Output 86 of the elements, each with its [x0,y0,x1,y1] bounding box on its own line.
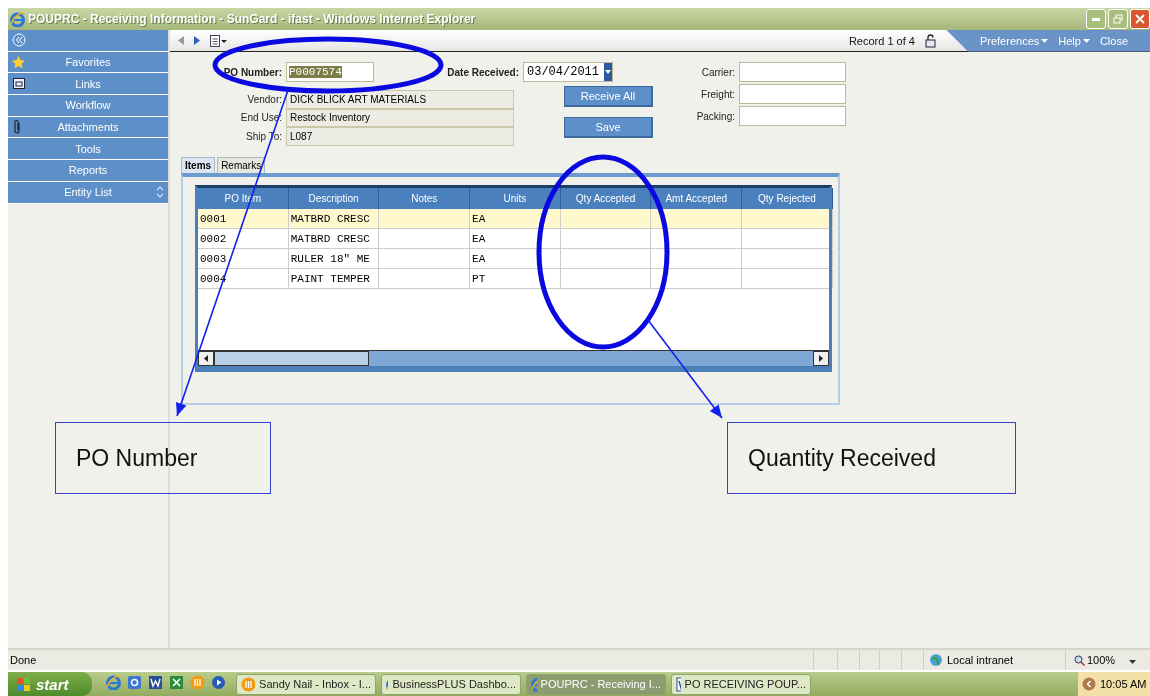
read-only-field: DICK BLICK ART MATERIALS [286,90,514,109]
mail-app-icon [190,674,205,690]
quick-launch-icon[interactable] [127,674,142,690]
taskbar-button[interactable]: Sandy Nail - Inbox - I... [236,673,376,695]
table-cell: RULER 18" ME [288,249,380,268]
scroll-thumb[interactable] [214,351,369,366]
form-button[interactable]: Save [564,117,653,138]
dropdown-icon[interactable] [604,63,612,81]
record-counter: Record 1 of 4 [848,34,915,47]
zoom-icon [1074,654,1085,666]
up-down-icon [156,186,164,199]
start-button[interactable]: start [8,672,92,696]
windows-logo-icon [16,676,32,692]
menu-item[interactable]: Close [1099,34,1128,47]
document-menu-icon[interactable] [210,34,228,47]
browser-icon [10,11,25,27]
table-cell: 0001 [198,209,289,228]
sidebar-item[interactable]: Links [8,73,168,96]
quick-launch-icon[interactable] [169,674,184,690]
sidebar-item[interactable]: Entity List [8,181,168,204]
input-field[interactable] [739,106,846,126]
date-received-field[interactable]: 03/04/2011 [523,62,613,82]
menu-item[interactable]: Preferences [979,34,1049,47]
field-label: Packing: [696,110,735,122]
sidebar-item[interactable]: Attachments [8,116,168,139]
globe-icon [928,652,944,668]
minimize-icon [1092,17,1100,21]
paperclip-icon [13,119,21,136]
clock: 10:05 AM [1100,678,1147,690]
table-cell: EA [470,249,561,268]
read-only-field: L087 [286,127,514,146]
back-icon[interactable] [178,36,184,45]
table-cell: MATBRD CRESC [288,229,380,248]
caret-icon [1129,660,1137,664]
taskbar-button[interactable]: BusinessPLUS Dashbo... [381,673,521,695]
window-icon [13,78,25,90]
forward-icon[interactable] [194,36,200,45]
tray-expand-icon[interactable] [1082,677,1096,691]
horizontal-scrollbar[interactable] [198,350,829,366]
table-cell: 0003 [198,249,289,268]
input-field[interactable] [739,84,846,104]
zoom-control[interactable]: 100% [1065,650,1150,670]
callout-text: PO Number [76,444,198,472]
selected-text: P0007574 [289,66,342,78]
callout-text: Quantity Received [748,444,936,472]
status-text: Done [9,654,37,666]
window-title: POUPRC - Receiving Information - SunGard - ifast - Windows Internet Explorer [28,12,476,26]
close-button[interactable] [1130,9,1150,29]
taskbar-button[interactable]: PO RECEIVING POUP... [671,673,811,695]
field-label: Date Received: [447,66,519,78]
sidebar-item[interactable]: Favorites [8,51,168,74]
table-cell: PT [470,269,561,288]
form-button[interactable]: Receive All [564,86,653,107]
caret-icon [1041,38,1049,43]
unlocked-padlock-icon [924,33,936,48]
scroll-left-icon[interactable] [204,355,208,362]
table-cell: EA [470,229,561,248]
browser-icon [106,674,121,690]
table-cell: MATBRD CRESC [288,209,380,228]
star-icon [12,55,25,69]
caret-icon [1082,38,1090,43]
quick-launch-icon[interactable] [148,674,163,690]
quick-launch-icon[interactable] [211,674,226,690]
collapse-icon[interactable] [12,33,26,48]
taskbar-button[interactable]: POUPRC - Receiving I... [526,673,666,695]
tab[interactable]: Items [181,157,216,173]
document-icon [676,676,681,692]
field-label: Carrier: [701,66,735,78]
po-number-field[interactable]: P0007574 [286,62,374,82]
sidebar-item[interactable]: Reports [8,160,168,182]
mail-app-icon [241,676,256,692]
restore-icon [1113,14,1123,24]
browser-icon [531,676,537,692]
sidebar-item[interactable]: Workflow [8,95,168,117]
field-label: Freight: [701,88,735,100]
input-field[interactable] [739,62,846,82]
close-icon [1135,14,1145,24]
field-label: Vendor: [247,93,282,105]
scroll-right-icon[interactable] [819,355,823,362]
table-cell: 0002 [198,229,289,248]
table-cell: PAINT TEMPER [288,269,380,288]
sidebar-item[interactable]: Tools [8,138,168,161]
menu-item[interactable]: Help [1058,34,1090,47]
tab[interactable]: Remarks [217,157,266,173]
table-cell: EA [470,209,561,228]
security-zone: Local intranet [947,654,1014,666]
